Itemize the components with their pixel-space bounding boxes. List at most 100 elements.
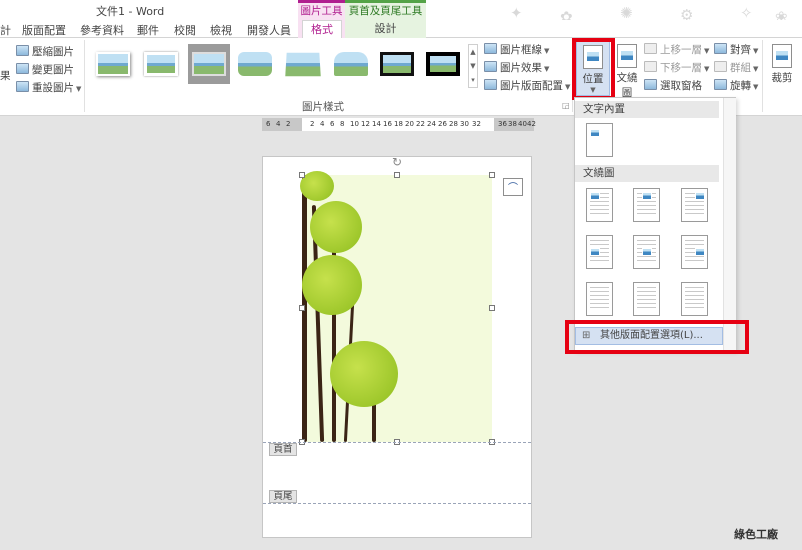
- resize-handle[interactable]: [299, 172, 305, 178]
- header-tag: 頁首: [269, 443, 297, 456]
- picture-styles-gallery: [88, 44, 466, 88]
- ruler-tick: 6: [330, 120, 335, 128]
- tab-hf-design[interactable]: 設計: [345, 20, 426, 38]
- tab-mailings[interactable]: 郵件: [137, 22, 159, 38]
- position-bottom-right[interactable]: [681, 282, 708, 316]
- bring-forward-button[interactable]: 上移一層 ▼: [644, 42, 709, 58]
- header-boundary: [263, 442, 531, 443]
- ruler-tick: 6: [266, 120, 271, 128]
- position-middle-right[interactable]: [681, 235, 708, 269]
- ruler-tick: 42: [527, 120, 536, 128]
- ruler-tick: 12: [361, 120, 370, 128]
- tab-review[interactable]: 校閱: [174, 22, 196, 38]
- header-footer-tools-group: 頁首及頁尾工具: [345, 0, 426, 20]
- ruler-tick: 38: [508, 120, 517, 128]
- align-icon: [714, 43, 727, 54]
- window-title: 文件1 - Word: [96, 5, 165, 18]
- position-icon: [583, 45, 603, 69]
- selection-pane-icon: [644, 79, 657, 90]
- style-thumbnail[interactable]: [376, 44, 418, 84]
- style-thumbnail[interactable]: [282, 44, 324, 84]
- style-thumbnail[interactable]: [234, 44, 276, 84]
- ruler-tick: 18: [394, 120, 403, 128]
- compress-pictures-button[interactable]: 壓縮圖片: [16, 44, 74, 60]
- tree-canopy: [310, 201, 362, 253]
- tree-canopy: [302, 255, 362, 315]
- picture-layout-button[interactable]: 圖片版面配置 ▼: [484, 78, 570, 94]
- footer-boundary: [263, 503, 531, 504]
- group-label-picture-styles: 圖片樣式: [302, 101, 344, 113]
- dropdown-scrollbar[interactable]: [723, 98, 736, 350]
- ruler-tick: 16: [383, 120, 392, 128]
- wrap-text-icon: [617, 44, 637, 68]
- ruler-tick: 24: [427, 120, 436, 128]
- position-bottom-left[interactable]: [586, 282, 613, 316]
- position-inline-option[interactable]: [586, 123, 613, 157]
- resize-handle[interactable]: [489, 305, 495, 311]
- group-icon: [714, 61, 727, 72]
- send-backward-icon: [644, 61, 657, 72]
- position-middle-left[interactable]: [586, 235, 613, 269]
- reset-picture-icon: [16, 81, 29, 92]
- group-separator: [572, 40, 573, 112]
- tree-picture[interactable]: [300, 171, 492, 442]
- ruler-tick: 14: [372, 120, 381, 128]
- resize-handle[interactable]: [299, 305, 305, 311]
- watermark-text: 綠色工廠: [734, 528, 778, 541]
- dialog-launcher-icon[interactable]: ◲: [562, 101, 570, 110]
- crop-icon: [772, 44, 792, 68]
- tab-references[interactable]: 參考資料: [80, 22, 124, 38]
- ruler-tick: 22: [416, 120, 425, 128]
- footer-tag: 頁尾: [269, 490, 297, 503]
- position-top-right[interactable]: [681, 188, 708, 222]
- tab-design-partial[interactable]: 計: [0, 22, 11, 38]
- rotate-icon: [714, 79, 727, 90]
- bring-forward-icon: [644, 43, 657, 54]
- tab-view[interactable]: 檢視: [210, 22, 232, 38]
- resize-handle[interactable]: [394, 172, 400, 178]
- style-thumbnail[interactable]: [330, 44, 372, 84]
- rotate-button[interactable]: 旋轉 ▼: [714, 78, 758, 94]
- tab-developer[interactable]: 開發人員: [247, 22, 291, 38]
- wrap-text-button[interactable]: 文繞圖: [612, 40, 642, 100]
- ruler-tick: 4: [320, 120, 325, 128]
- reset-picture-button[interactable]: 重設圖片 ▼: [16, 80, 81, 96]
- position-top-center[interactable]: [633, 188, 660, 222]
- position-middle-center[interactable]: [633, 235, 660, 269]
- ruler-tick: 26: [438, 120, 447, 128]
- group-button[interactable]: 群組 ▼: [714, 60, 758, 76]
- picture-border-button[interactable]: 圖片框線 ▼: [484, 42, 549, 58]
- crop-button[interactable]: 裁剪: [768, 40, 796, 85]
- more-layout-options[interactable]: 其他版面配置選項(L)...: [575, 327, 723, 345]
- style-thumbnail[interactable]: [140, 44, 182, 84]
- tab-format[interactable]: 格式: [302, 20, 342, 39]
- tree-canopy: [300, 171, 334, 201]
- style-thumbnail[interactable]: [422, 44, 464, 84]
- style-thumbnail[interactable]: [92, 44, 134, 84]
- picture-tools-group: 圖片工具: [298, 0, 345, 20]
- gallery-scroll[interactable]: ▲ ▼ ▾: [468, 44, 478, 88]
- resize-handle[interactable]: [489, 172, 495, 178]
- group-separator: [762, 40, 763, 112]
- selection-pane-button[interactable]: 選取窗格: [644, 78, 702, 94]
- rotate-handle-icon[interactable]: ↻: [392, 155, 402, 169]
- change-picture-button[interactable]: 變更圖片: [16, 62, 74, 78]
- ruler-tick: 8: [340, 120, 345, 128]
- ruler-tick: 30: [460, 120, 469, 128]
- artistic-effects-partial[interactable]: 果: [0, 68, 11, 84]
- ruler-tick: 2: [286, 120, 291, 128]
- tab-page-layout[interactable]: 版面配置: [22, 22, 66, 38]
- ruler-tick: 36: [498, 120, 507, 128]
- align-button[interactable]: 對齊 ▼: [714, 42, 758, 58]
- position-bottom-center[interactable]: [633, 282, 660, 316]
- ruler-tick: 10: [350, 120, 359, 128]
- send-backward-button[interactable]: 下移一層 ▼: [644, 60, 709, 76]
- picture-effects-button[interactable]: 圖片效果 ▼: [484, 60, 549, 76]
- horizontal-ruler: 6 4 2 2 4 6 8 10 12 14 16 18 20 22 24 26…: [262, 118, 536, 131]
- layout-options-icon[interactable]: ⌒: [503, 178, 523, 196]
- position-top-left[interactable]: [586, 188, 613, 222]
- inline-section-header: 文字內置: [575, 101, 719, 118]
- style-thumbnail[interactable]: [188, 44, 230, 84]
- position-button[interactable]: 位置 ▼: [576, 40, 610, 96]
- group-separator: [84, 40, 85, 112]
